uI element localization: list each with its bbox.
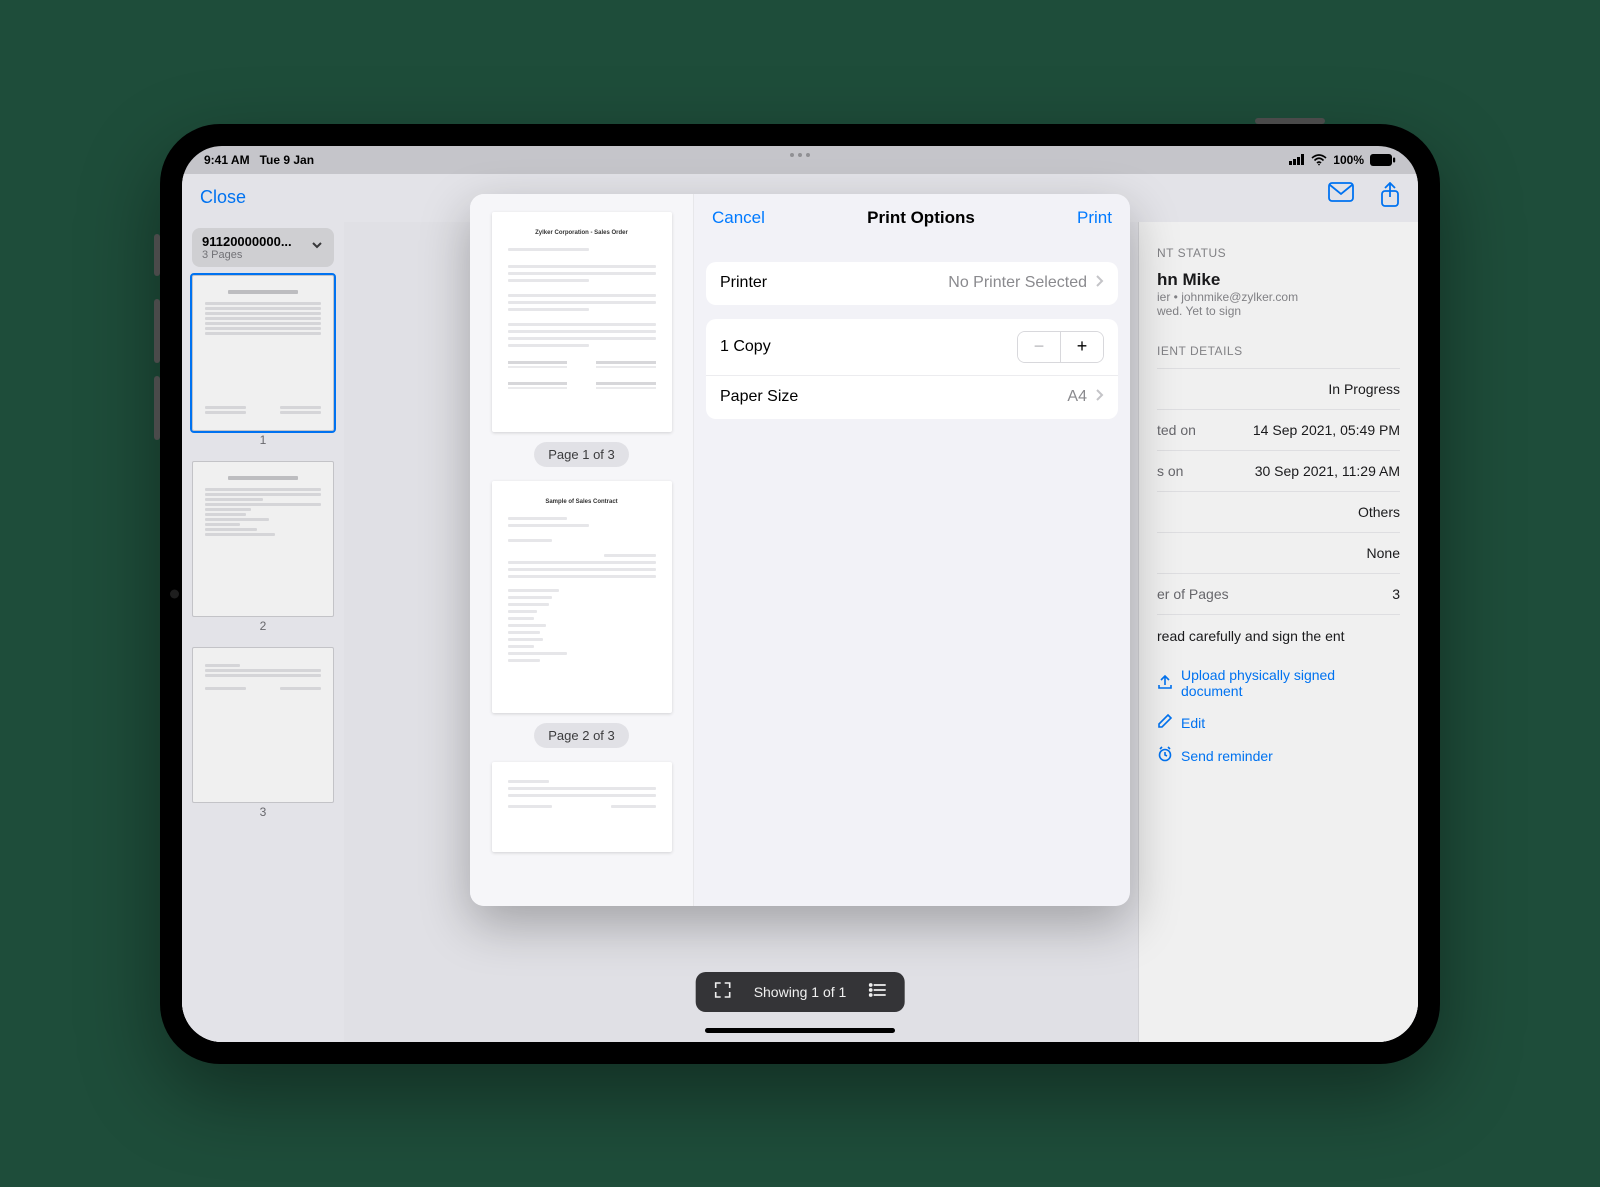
printer-label: Printer — [720, 274, 767, 292]
print-preview-page-1[interactable]: Zylker Corporation - Sales Order — [492, 212, 672, 432]
printer-row[interactable]: Printer No Printer Selected — [706, 262, 1118, 305]
print-button[interactable]: Print — [1077, 208, 1112, 228]
chevron-right-icon — [1095, 388, 1104, 407]
print-preview-page-3[interactable] — [492, 762, 672, 852]
paper-size-label: Paper Size — [720, 388, 798, 406]
print-options-sheet: Zylker Corporation - Sales Order Page 1 … — [470, 194, 1130, 906]
copies-row: 1 Copy − + — [706, 319, 1118, 375]
printer-value: No Printer Selected — [948, 274, 1087, 292]
paper-size-row[interactable]: Paper Size A4 — [706, 375, 1118, 419]
paper-size-value: A4 — [1067, 388, 1087, 406]
print-preview-column[interactable]: Zylker Corporation - Sales Order Page 1 … — [470, 194, 694, 906]
sheet-title: Print Options — [867, 208, 975, 228]
print-preview-page-2[interactable]: Sample of Sales Contract — [492, 481, 672, 713]
copies-decrement[interactable]: − — [1018, 332, 1060, 362]
home-indicator[interactable] — [705, 1028, 895, 1033]
sheet-header: Cancel Print Options Print — [694, 194, 1130, 242]
cancel-button[interactable]: Cancel — [712, 208, 765, 228]
page-badge-1: Page 1 of 3 — [534, 442, 629, 467]
page-badge-2: Page 2 of 3 — [534, 723, 629, 748]
copies-label: 1 Copy — [720, 338, 771, 356]
chevron-right-icon — [1095, 274, 1104, 293]
copies-stepper: − + — [1017, 331, 1104, 363]
copies-increment[interactable]: + — [1061, 332, 1103, 362]
